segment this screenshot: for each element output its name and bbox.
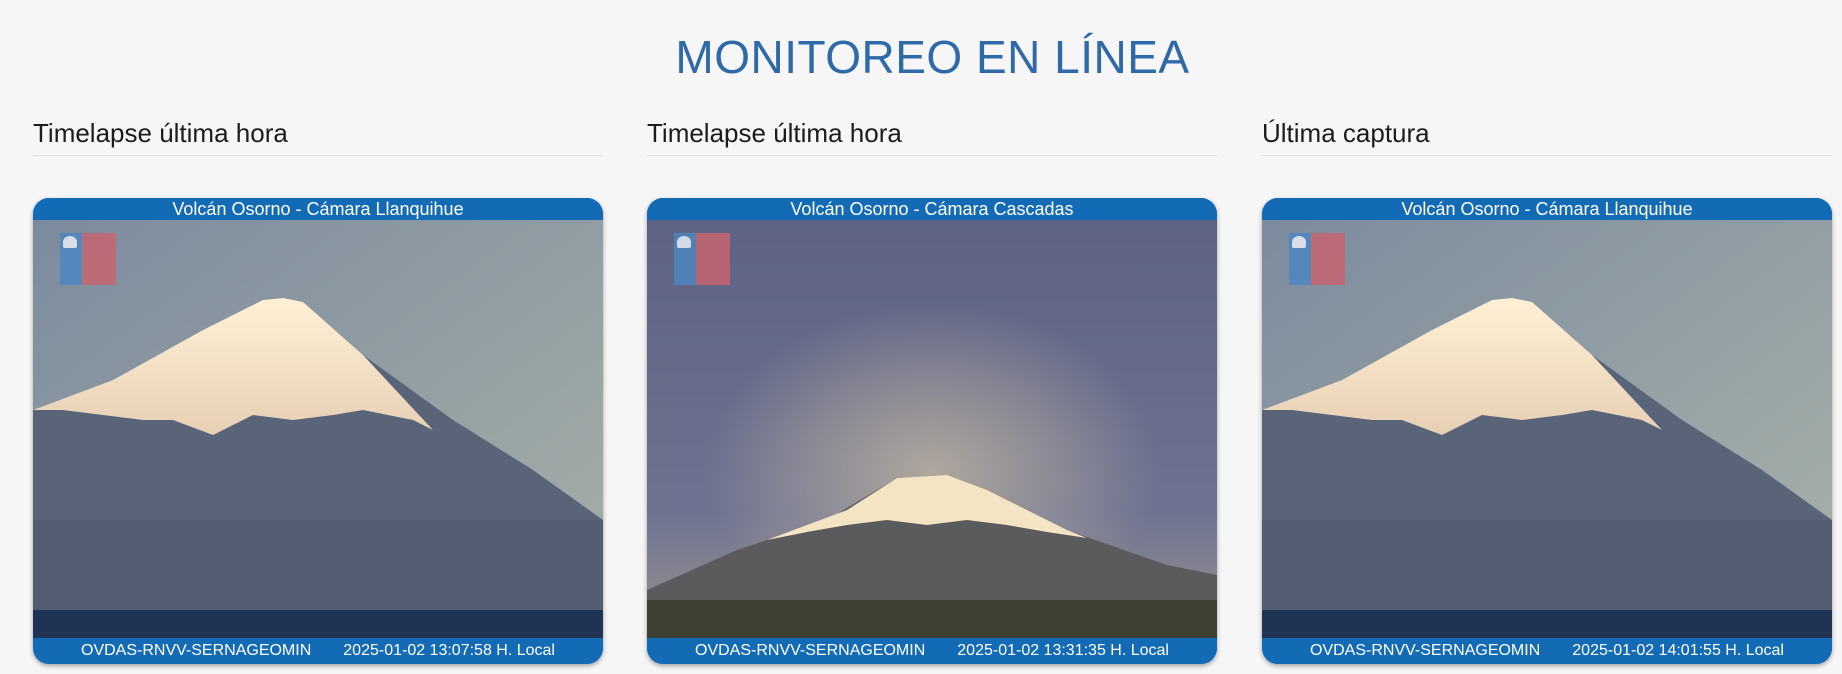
monitor-column-3: Última captura Volcán Osorno - Cámara Ll… — [1262, 112, 1832, 664]
camera-timestamp: 2025-01-02 13:31:35 H. Local — [957, 642, 1169, 659]
camera-footer: OVDAS-RNVV-SERNAGEOMIN 2025-01-02 14:01:5… — [1262, 638, 1832, 664]
camera-image[interactable] — [1262, 220, 1832, 638]
page-title: MONITOREO EN LÍNEA — [675, 31, 1190, 83]
section-heading: Timelapse última hora — [33, 118, 603, 156]
section-heading: Timelapse última hora — [647, 118, 1217, 156]
sernageomin-logo — [1289, 233, 1345, 285]
monitor-column-2: Timelapse última hora Volcán Osorno - Cá… — [647, 112, 1217, 664]
section-heading: Última captura — [1262, 118, 1832, 156]
camera-timestamp: 2025-01-02 14:01:55 H. Local — [1572, 642, 1784, 659]
camera-image[interactable] — [33, 220, 603, 638]
camera-feed-cascadas-timelapse[interactable]: Volcán Osorno - Cámara Cascadas OVDAS-RN… — [647, 198, 1217, 664]
camera-title: Volcán Osorno - Cámara Cascadas — [647, 198, 1217, 220]
camera-image[interactable] — [647, 220, 1217, 638]
camera-footer: OVDAS-RNVV-SERNAGEOMIN 2025-01-02 13:07:5… — [33, 638, 603, 664]
camera-title: Volcán Osorno - Cámara Llanquihue — [1262, 198, 1832, 220]
camera-source: OVDAS-RNVV-SERNAGEOMIN — [695, 642, 926, 659]
monitor-column-1: Timelapse última hora Volcán Osorno - Cá… — [33, 112, 603, 664]
camera-footer: OVDAS-RNVV-SERNAGEOMIN 2025-01-02 13:31:3… — [647, 638, 1217, 664]
camera-feed-llanquihue-latest[interactable]: Volcán Osorno - Cámara Llanquihue OVDAS-… — [1262, 198, 1832, 664]
sernageomin-logo — [674, 233, 730, 285]
camera-timestamp: 2025-01-02 13:07:58 H. Local — [343, 642, 555, 659]
sernageomin-logo — [60, 233, 116, 285]
camera-source: OVDAS-RNVV-SERNAGEOMIN — [1310, 642, 1541, 659]
camera-feed-llanquihue-timelapse[interactable]: Volcán Osorno - Cámara Llanquihue OVDAS-… — [33, 198, 603, 664]
camera-title: Volcán Osorno - Cámara Llanquihue — [33, 198, 603, 220]
camera-source: OVDAS-RNVV-SERNAGEOMIN — [81, 642, 312, 659]
